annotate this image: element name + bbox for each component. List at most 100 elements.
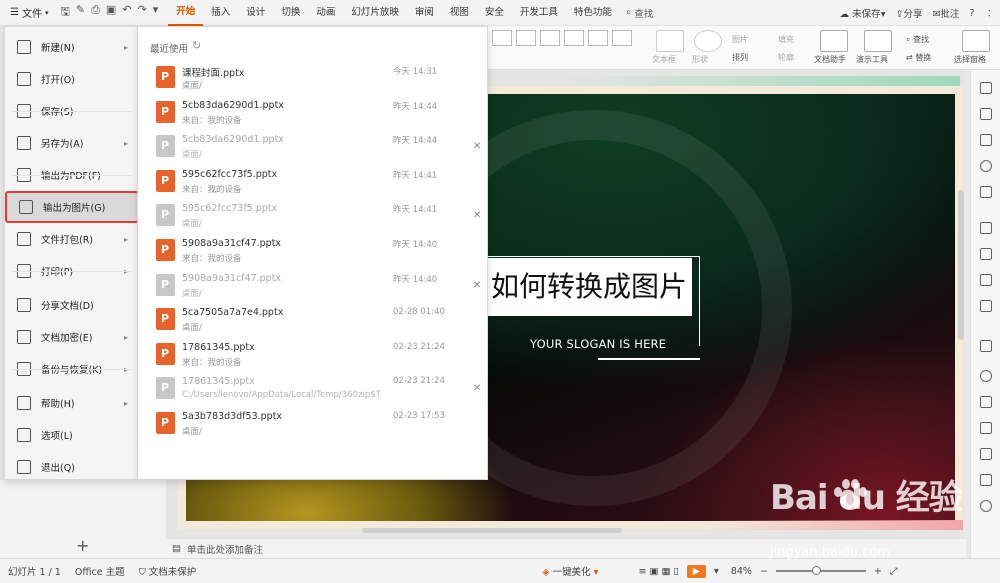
arrange-label[interactable]: 排列	[732, 52, 748, 63]
shape-label[interactable]: 形状	[692, 54, 708, 65]
replace-button[interactable]: ⇄ 替换	[906, 52, 931, 63]
tab-8[interactable]: 安全	[477, 0, 512, 26]
file-menu-item-8[interactable]: 分享文档(D)	[5, 289, 138, 321]
recent-file-item[interactable]: 17861345.pptx 来自：我的设备 02-23 21:24	[138, 338, 488, 373]
recent-file-item[interactable]: 595c62fcc73f5.pptx 来自：我的设备 昨天 14:41	[138, 165, 488, 200]
customize-icon[interactable]: ▾	[153, 3, 159, 22]
outline-label[interactable]: 轮廓	[778, 52, 794, 63]
fit-window-icon[interactable]: ⤢	[890, 566, 898, 577]
ribbon-control-2[interactable]	[516, 30, 536, 46]
ribbon-control-5[interactable]	[588, 30, 608, 46]
beautify-button[interactable]: ◈ 一键美化 ▾	[542, 564, 598, 578]
recent-file-item[interactable]: 5a3b783d3df53.pptx 桌面/02-23 17:53	[138, 407, 488, 442]
share-button[interactable]: ⇪分享	[895, 6, 922, 20]
refresh-icon[interactable]: ↻	[192, 39, 201, 52]
horizontal-scrollbar[interactable]	[362, 528, 622, 533]
share-icon[interactable]	[980, 300, 992, 312]
comment-button[interactable]: ✉批注	[932, 6, 959, 20]
tab-5[interactable]: 幻灯片放映	[343, 0, 407, 26]
present-tools-label[interactable]: 演示工具	[856, 54, 888, 65]
recent-file-item[interactable]: 5cb83da6290d1.pptx 来自：我的设备 昨天 14:44	[138, 96, 488, 131]
sorter-view-icon[interactable]: ▦	[661, 566, 670, 577]
history-icon[interactable]	[980, 370, 992, 382]
sliders-icon[interactable]	[980, 422, 992, 434]
tab-4[interactable]: 动画	[308, 0, 343, 26]
more-button[interactable]: ︰	[984, 6, 994, 20]
select-pane-icon[interactable]	[962, 30, 990, 52]
file-menu-item-11[interactable]: 帮助(H) ▸	[5, 387, 138, 419]
file-menu-item-1[interactable]: 打开(O)	[5, 63, 138, 95]
tab-0[interactable]: 开始	[168, 0, 204, 26]
recent-file-item[interactable]: 5908a9a31cf47.pptx 来自：我的设备 昨天 14:40	[138, 234, 488, 269]
brush-icon[interactable]: ✎	[76, 3, 85, 22]
tab-10[interactable]: 特色功能	[566, 0, 620, 26]
picture-label[interactable]: 图片	[732, 34, 748, 45]
location-icon[interactable]	[980, 500, 992, 512]
vertical-scrollbar[interactable]	[958, 190, 964, 340]
file-menu-item-3[interactable]: 另存为(A) ▸	[5, 127, 138, 159]
ribbon-control-1[interactable]	[492, 30, 512, 46]
transfer-icon[interactable]	[980, 222, 992, 234]
zoom-slider-handle[interactable]	[811, 566, 821, 575]
play-dropdown[interactable]: ▾	[714, 566, 719, 577]
box-icon[interactable]	[980, 248, 992, 260]
textbox-icon[interactable]	[656, 30, 684, 52]
zoom-icon[interactable]	[980, 396, 992, 408]
recent-file-item[interactable]: 17861345.pptx C:/Users/lenovo/AppData/Loc…	[138, 372, 488, 407]
present-tools-icon[interactable]	[864, 30, 892, 52]
tab-2[interactable]: 设计	[238, 0, 273, 26]
reading-view-icon[interactable]: ▯	[673, 566, 678, 577]
file-menu-item-12[interactable]: 选项(L)	[5, 419, 138, 451]
undo-icon[interactable]: ↶	[122, 3, 131, 22]
file-menu-button[interactable]: ☰ 文件 ▾	[4, 3, 54, 23]
close-icon[interactable]: ✕	[473, 383, 481, 394]
star-icon[interactable]	[980, 82, 992, 94]
unsaved-button[interactable]: ☁ 未保存▾	[840, 6, 886, 20]
image-icon[interactable]	[980, 274, 992, 286]
notes-view-icon[interactable]: ≡	[638, 566, 646, 577]
doc-helper-label[interactable]: 文档助手	[814, 54, 846, 65]
settings-icon[interactable]	[980, 160, 992, 172]
textbox-label[interactable]: 文本框	[652, 54, 676, 65]
table-icon[interactable]	[980, 474, 992, 486]
zoom-in-button[interactable]: +	[874, 566, 882, 577]
copy-icon[interactable]	[980, 108, 992, 120]
protect-status[interactable]: ⛉ 文档未保护	[139, 564, 197, 578]
find-button[interactable]: ⌕ 查找	[906, 34, 929, 45]
print-icon[interactable]: ⎙	[91, 3, 100, 22]
recent-file-item[interactable]: 595c62fcc73f5.pptx 桌面/昨天 14:41 ✕	[138, 199, 488, 234]
zoom-level[interactable]: 84%	[731, 566, 752, 577]
ribbon-control-4[interactable]	[564, 30, 584, 46]
play-button[interactable]: ▶	[686, 564, 707, 578]
shapes-icon[interactable]	[980, 134, 992, 146]
close-icon[interactable]: ✕	[473, 210, 481, 221]
file-menu-item-0[interactable]: 新建(N) ▸	[5, 31, 138, 63]
close-icon[interactable]: ✕	[473, 280, 481, 291]
normal-view-icon[interactable]: ▣	[649, 566, 658, 577]
slide-title[interactable]: 如何转换成图片	[486, 258, 692, 316]
tab-1[interactable]: 插入	[203, 0, 238, 26]
file-menu-item-5[interactable]: 输出为图片(G)	[5, 191, 139, 223]
recent-file-item[interactable]: 5cb83da6290d1.pptx 桌面/昨天 14:44 ✕	[138, 130, 488, 165]
tab-9[interactable]: 开发工具	[512, 0, 566, 26]
close-icon[interactable]: ✕	[473, 141, 481, 152]
recent-file-item[interactable]: 5ca7505a7a7e4.pptx 桌面/02-28 01:40	[138, 303, 488, 338]
fill-label[interactable]: 填充	[778, 34, 794, 45]
search-button[interactable]: ⌕ 查找	[626, 6, 653, 20]
slide-slogan[interactable]: YOUR SLOGAN IS HERE	[530, 337, 666, 351]
preview-icon[interactable]: ▣	[106, 3, 116, 22]
tab-3[interactable]: 切换	[273, 0, 308, 26]
doc-helper-icon[interactable]	[820, 30, 848, 52]
chart-icon[interactable]	[980, 448, 992, 460]
file-menu-item-9[interactable]: 文档加密(E) ▸	[5, 321, 138, 353]
shape-icon[interactable]	[694, 30, 722, 52]
help-button[interactable]: ?	[969, 8, 974, 19]
tab-7[interactable]: 视图	[442, 0, 477, 26]
tab-6[interactable]: 审阅	[407, 0, 442, 26]
file-menu-item-6[interactable]: 文件打包(R) ▸	[5, 223, 138, 255]
file-menu-item-13[interactable]: 退出(Q)	[5, 451, 138, 483]
brush-icon[interactable]	[980, 186, 992, 198]
save-icon[interactable]: 🖫	[60, 3, 69, 22]
ribbon-control-6[interactable]	[612, 30, 632, 46]
zoom-slider[interactable]	[775, 566, 866, 575]
